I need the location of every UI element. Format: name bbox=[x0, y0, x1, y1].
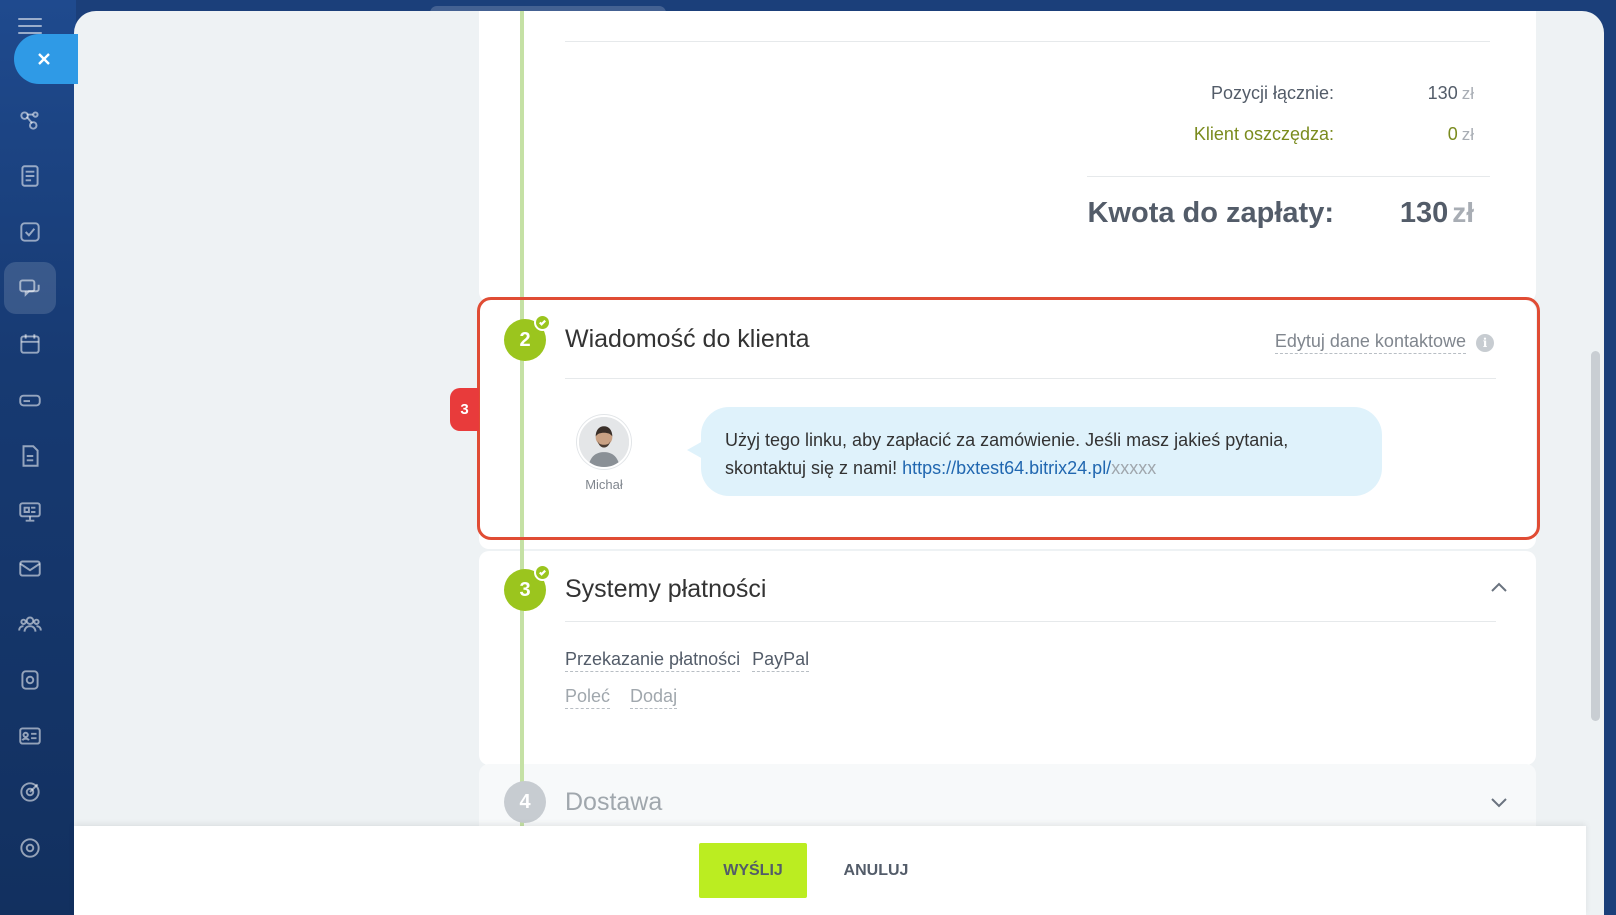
section-title: Wiadomość do klienta bbox=[565, 325, 810, 353]
positions-total-label: Pozycji łącznie: bbox=[1210, 83, 1334, 103]
positions-total-row: Pozycji łącznie: 130 zł bbox=[974, 83, 1474, 104]
send-button[interactable]: WYŚLIJ bbox=[699, 843, 807, 898]
cancel-button[interactable]: ANULUJ bbox=[821, 843, 931, 898]
step-number-badge: 4 bbox=[504, 781, 546, 823]
payment-actions: Poleć Dodaj bbox=[565, 686, 678, 709]
currency-label: zł bbox=[1452, 197, 1474, 228]
chevron-down-icon[interactable] bbox=[1488, 791, 1510, 813]
close-slider-button[interactable] bbox=[14, 34, 78, 84]
section-title: Systemy płatności bbox=[565, 575, 767, 603]
close-icon bbox=[38, 53, 50, 65]
step-number-badge: 2 bbox=[504, 314, 551, 361]
check-icon bbox=[534, 314, 551, 331]
documents-icon[interactable] bbox=[4, 430, 56, 482]
client-savings-value: 0 bbox=[1447, 124, 1458, 144]
marketing-icon[interactable] bbox=[4, 766, 56, 818]
check-icon bbox=[534, 564, 551, 581]
order-totals-card: Pozycji łącznie: 130 zł Klient oszczędza:… bbox=[479, 11, 1536, 302]
sites-icon[interactable] bbox=[4, 486, 56, 538]
calendar-icon[interactable] bbox=[4, 318, 56, 370]
paypal-link[interactable]: PayPal bbox=[752, 649, 810, 672]
contacts-icon[interactable] bbox=[4, 598, 56, 650]
drive-icon[interactable] bbox=[4, 374, 56, 426]
settings-icon[interactable] bbox=[4, 822, 56, 874]
employees-icon[interactable] bbox=[4, 710, 56, 762]
order-slider-panel: Pozycji łącznie: 130 zł Klient oszczędza:… bbox=[74, 11, 1604, 915]
amount-due-row: Kwota do zapłaty: 130 zł bbox=[974, 197, 1474, 230]
add-payment-link[interactable]: Dodaj bbox=[630, 686, 678, 709]
payment-systems-list: Przekazanie płatności PayPal bbox=[565, 649, 810, 672]
payment-transfer-link[interactable]: Przekazanie płatności bbox=[565, 649, 741, 672]
mail-icon[interactable] bbox=[4, 542, 56, 594]
section-title: Dostawa bbox=[565, 788, 663, 816]
chat-icon[interactable] bbox=[4, 262, 56, 314]
steps-timeline bbox=[520, 11, 524, 826]
chevron-up-icon[interactable] bbox=[1488, 577, 1510, 599]
client-savings-row: Klient oszczędza: 0 zł bbox=[974, 124, 1474, 145]
payment-systems-card: 3 Systemy płatności Przekazanie płatnośc… bbox=[479, 551, 1536, 765]
client-savings-label: Klient oszczędza: bbox=[1193, 124, 1334, 144]
currency-label: zł bbox=[1461, 125, 1474, 144]
feed-icon[interactable] bbox=[4, 150, 56, 202]
info-icon[interactable]: i bbox=[1476, 334, 1494, 352]
sender-name: Michał bbox=[585, 477, 623, 492]
footer-bar: WYŚLIJ ANULUJ bbox=[74, 826, 1586, 915]
currency-label: zł bbox=[1461, 84, 1474, 103]
payment-link[interactable]: https://bxtest64.bitrix24.pl/ bbox=[902, 458, 1111, 478]
crm-icon[interactable] bbox=[4, 94, 56, 146]
amount-due-label: Kwota do zapłaty: bbox=[1087, 197, 1334, 229]
avatar bbox=[577, 415, 631, 469]
payment-link-masked: xxxxx bbox=[1111, 458, 1157, 478]
app-sidebar bbox=[0, 0, 76, 915]
step-number-badge: 3 bbox=[504, 564, 551, 611]
annotation-badge: 3 bbox=[450, 388, 479, 431]
tasks-icon[interactable] bbox=[4, 206, 56, 258]
edit-contacts-link[interactable]: Edytuj dane kontaktowe bbox=[1274, 331, 1466, 354]
amount-due-value: 130 bbox=[1399, 197, 1449, 229]
recommend-link[interactable]: Poleć bbox=[565, 686, 611, 709]
message-bubble[interactable]: Użyj tego linku, aby zapłacić za zamówie… bbox=[687, 407, 1382, 496]
scrollbar[interactable] bbox=[1591, 351, 1600, 721]
positions-total-value: 130 bbox=[1427, 83, 1458, 103]
client-message-card: 2 Wiadomość do klienta Edytuj dane konta… bbox=[479, 301, 1536, 549]
automation-icon[interactable] bbox=[4, 654, 56, 706]
